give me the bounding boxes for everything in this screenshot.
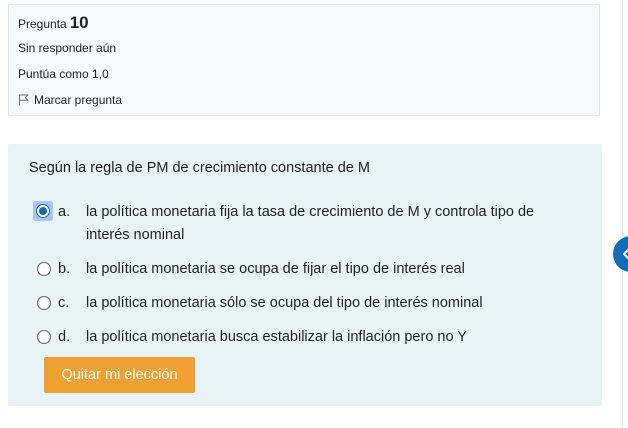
option-letter: c. — [58, 295, 70, 311]
question-number: 10 — [69, 13, 89, 32]
question-content: Según la regla de PM de crecimiento cons… — [8, 144, 602, 406]
page-edge-divider — [622, 0, 623, 428]
drawer-toggle-button[interactable] — [613, 236, 628, 272]
flag-question-label: Marcar pregunta — [34, 93, 123, 107]
option-letter: a. — [58, 204, 71, 220]
option-text: la política monetaria se ocupa de fijar … — [86, 261, 465, 277]
question-text: Según la regla de PM de crecimiento cons… — [29, 160, 370, 176]
answer-option-d[interactable]: d. la política monetaria busca estabiliz… — [36, 326, 576, 349]
option-text: la política monetaria fija la tasa de cr… — [86, 204, 535, 243]
radio-wrapper — [36, 329, 52, 345]
answer-option-c[interactable]: c. la política monetaria sólo se ocupa d… — [36, 292, 576, 315]
clear-choice-button[interactable]: Quitar mi elección — [44, 357, 195, 393]
radio-focus-ring — [33, 201, 53, 221]
radio-wrapper — [36, 261, 52, 277]
option-letter: b. — [58, 261, 71, 277]
radio-wrapper — [36, 295, 52, 311]
option-text: la política monetaria sólo se ocupa del … — [86, 295, 483, 311]
option-letter: d. — [58, 329, 71, 345]
radio-button-b[interactable] — [37, 262, 51, 276]
answer-option-b[interactable]: b. la política monetaria se ocupa de fij… — [36, 258, 576, 281]
question-state: Sin responder aún — [18, 41, 117, 55]
radio-button-a[interactable] — [36, 204, 50, 218]
answer-option-a[interactable]: a. la política monetaria fija la tasa de… — [33, 201, 576, 247]
question-label: Pregunta — [18, 17, 67, 31]
question-info-panel: Pregunta 10 Sin responder aún Puntúa como… — [8, 4, 600, 116]
radio-button-c[interactable] — [37, 296, 51, 310]
question-heading: Pregunta 10 — [18, 13, 89, 33]
radio-button-d[interactable] — [37, 330, 51, 344]
flag-question-link[interactable]: Marcar pregunta — [18, 93, 122, 107]
option-text: la política monetaria busca estabilizar … — [86, 329, 467, 345]
chevron-left-icon — [620, 247, 628, 261]
question-grade: Puntúa como 1,0 — [18, 67, 109, 81]
flag-icon — [18, 94, 29, 106]
